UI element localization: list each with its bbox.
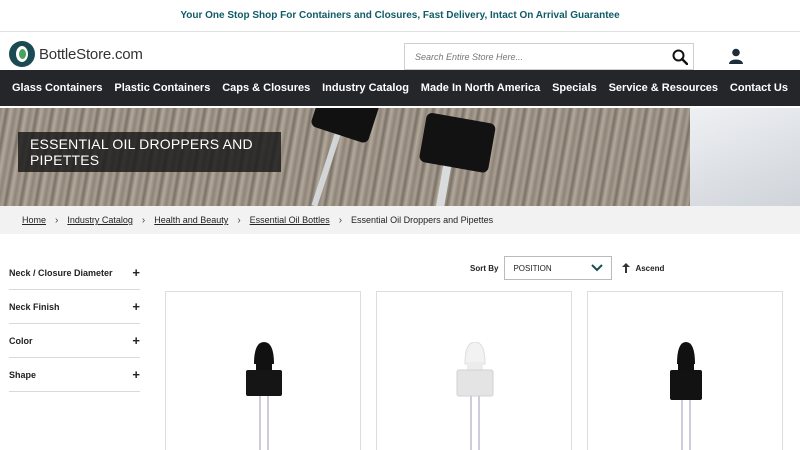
nav-industry-catalog[interactable]: Industry Catalog [322,82,409,94]
promo-banner: Your One Stop Shop For Containers and Cl… [0,0,800,32]
arrow-up-icon [622,263,631,273]
filter-label: Shape [9,369,37,380]
sort-value: POSITION [513,263,552,273]
white-dropper-image [456,342,494,450]
hero-dropper-illustration [311,108,496,206]
sort-label: Sort By [470,263,499,273]
nav-glass-containers[interactable]: Glass Containers [12,82,102,94]
logo-text: BottleStore.com [39,45,143,63]
chevron-right-icon: › [237,214,241,226]
page-title: ESSENTIAL OIL DROPPERS AND PIPETTES [18,132,281,172]
filter-label: Neck Finish [9,301,60,312]
chevron-down-icon [591,264,604,272]
breadcrumb-current: Essential Oil Droppers and Pipettes [351,215,494,225]
chevron-right-icon: › [338,214,343,226]
search-box [404,43,694,70]
sort-direction-toggle[interactable]: Ascend [622,263,664,273]
sort-toolbar: Sort By POSITION Ascend [470,256,664,280]
chevron-right-icon: › [55,214,59,226]
breadcrumb-essential-oil-bottles[interactable]: Essential Oil Bottles [250,215,330,225]
sort-direction-label: Ascend [635,263,665,273]
nav-contact-us[interactable]: Contact Us [730,82,788,94]
search-icon[interactable] [672,49,688,65]
breadcrumb-home[interactable]: Home [22,215,46,225]
breadcrumb: Home › Industry Catalog › Health and Bea… [0,206,800,234]
filter-neck-diameter[interactable]: Neck / Closure Diameter + [9,256,140,290]
chevron-right-icon: › [141,214,146,226]
main-nav: Glass Containers Plastic Containers Caps… [0,70,800,106]
plus-icon: + [132,299,140,314]
nav-made-in-north-america[interactable]: Made In North America [421,82,540,94]
breadcrumb-industry-catalog[interactable]: Industry Catalog [67,215,133,225]
product-card[interactable] [587,291,783,450]
plus-icon: + [132,367,140,382]
search-input[interactable] [405,44,655,69]
filter-sidebar: Neck / Closure Diameter + Neck Finish + … [9,256,140,392]
logo[interactable]: BottleStore.com [9,41,143,67]
filter-label: Color [9,335,33,346]
nav-caps-closures[interactable]: Caps & Closures [222,82,310,94]
product-card[interactable] [165,291,361,450]
account-icon[interactable] [728,48,744,64]
filter-shape[interactable]: Shape + [9,358,140,392]
plus-icon: + [132,333,140,348]
black-dropper-image [246,342,282,450]
breadcrumb-health-beauty[interactable]: Health and Beauty [154,215,228,225]
filter-neck-finish[interactable]: Neck Finish + [9,290,140,324]
logo-mark-icon [9,41,35,67]
hero-background [690,108,800,206]
product-card[interactable] [376,291,572,450]
filter-color[interactable]: Color + [9,324,140,358]
filter-label: Neck / Closure Diameter [9,267,113,278]
nav-service-resources[interactable]: Service & Resources [609,82,718,94]
black-slim-dropper-image [670,342,702,450]
nav-specials[interactable]: Specials [552,82,597,94]
sort-select[interactable]: POSITION [504,256,613,280]
nav-plastic-containers[interactable]: Plastic Containers [114,82,210,94]
plus-icon: + [132,265,140,280]
